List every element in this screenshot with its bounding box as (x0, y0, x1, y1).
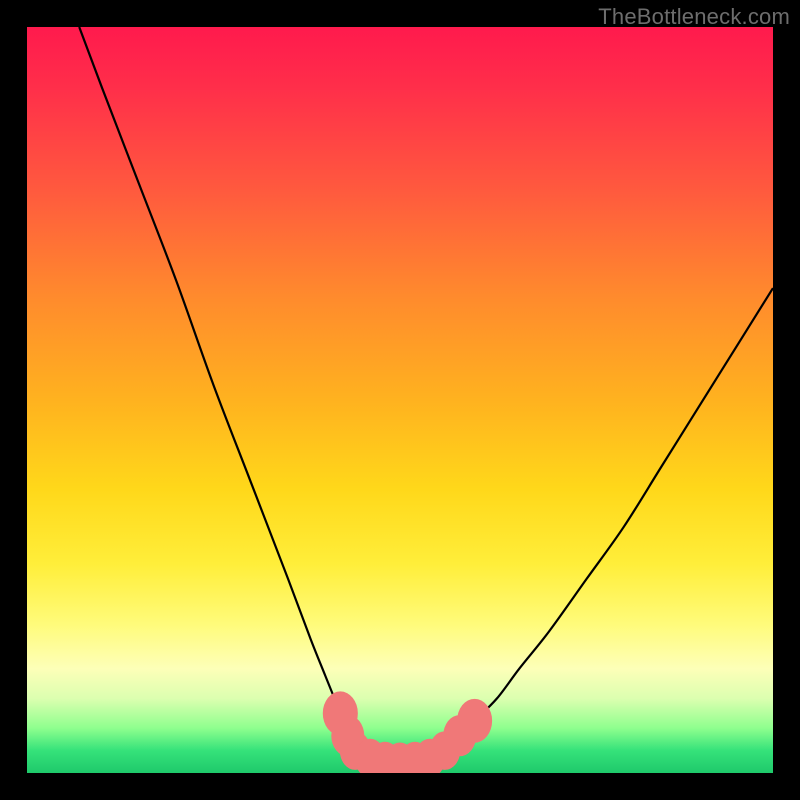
curve-right-branch (445, 288, 773, 751)
plot-area (27, 27, 773, 773)
curve-left-branch (79, 27, 355, 751)
watermark-text: TheBottleneck.com (598, 4, 790, 30)
chart-frame: TheBottleneck.com (0, 0, 800, 800)
chart-svg (27, 27, 773, 773)
valley-marker (457, 699, 492, 743)
valley-markers (323, 691, 492, 773)
